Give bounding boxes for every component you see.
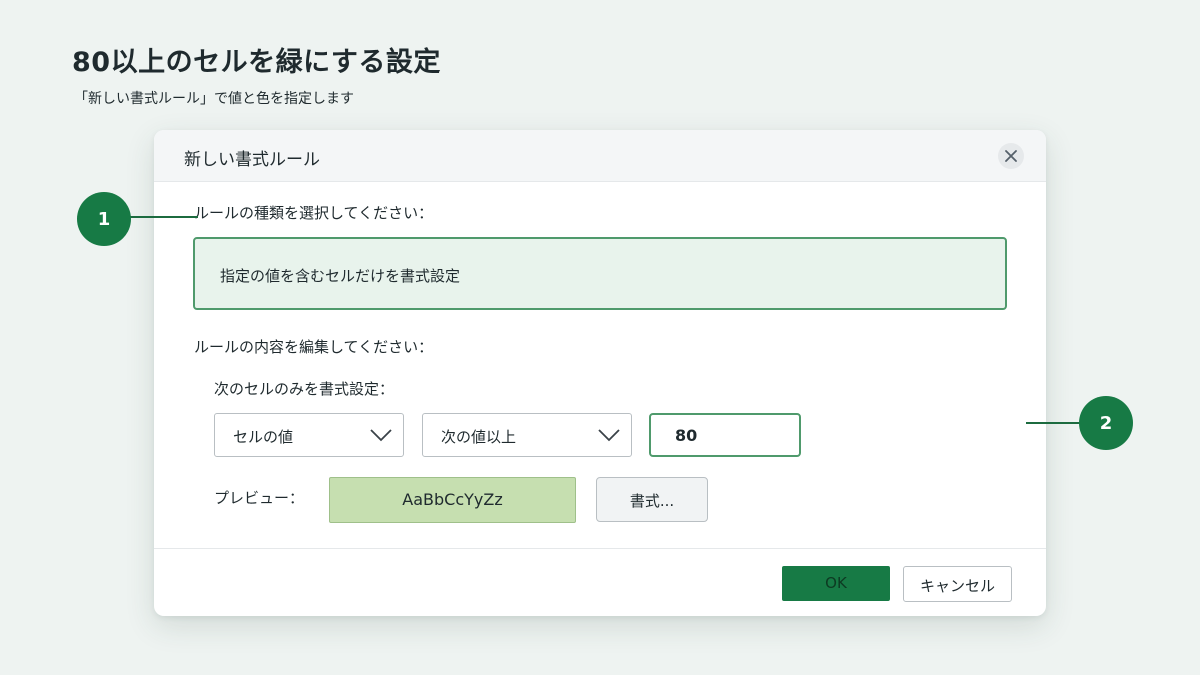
condition-operator-select[interactable]: 次の値以上 <box>422 413 632 457</box>
preview-label: プレビュー： <box>214 489 305 507</box>
rule-type-option-label: 指定の値を含むセルだけを書式設定 <box>220 267 461 285</box>
cancel-button-label: キャンセル <box>919 577 995 595</box>
rule-type-option-selected[interactable]: 指定の値を含むセルだけを書式設定 <box>193 237 1007 310</box>
format-only-label: 次のセルのみを書式設定： <box>214 380 395 398</box>
cancel-button[interactable]: キャンセル <box>903 566 1012 602</box>
new-format-rule-dialog: 新しい書式ルール ルールの種類を選択してください： 指定の値を含むセルだけを書式… <box>154 130 1046 616</box>
close-icon <box>1005 150 1017 162</box>
callout-marker-2: 2 <box>1079 396 1133 450</box>
close-button[interactable] <box>998 143 1024 169</box>
callout-line-1 <box>128 216 198 218</box>
ok-button[interactable]: OK <box>782 566 890 601</box>
format-button-label: 書式... <box>629 492 675 510</box>
chevron-down-icon <box>598 429 620 442</box>
rule-content-label: ルールの内容を編集してください： <box>194 338 434 356</box>
page-title: 80以上のセルを緑にする設定 <box>72 47 441 78</box>
condition-value-input[interactable]: 80 <box>649 413 801 457</box>
dialog-header: 新しい書式ルール <box>154 130 1046 182</box>
chevron-down-icon <box>370 429 392 442</box>
condition-target-select[interactable]: セルの値 <box>214 413 404 457</box>
callout-line-2 <box>1026 422 1084 424</box>
condition-target-value: セルの値 <box>233 428 294 446</box>
format-button[interactable]: 書式... <box>596 477 708 522</box>
ok-button-label: OK <box>825 574 847 592</box>
callout-marker-1: 1 <box>77 192 131 246</box>
page-subtitle: 「新しい書式ルール」で値と色を指定します <box>74 91 354 107</box>
condition-value-text: 80 <box>675 426 698 445</box>
footer-divider <box>154 548 1046 549</box>
rule-type-label: ルールの種類を選択してください： <box>194 204 434 222</box>
dialog-title: 新しい書式ルール <box>184 150 320 170</box>
condition-operator-value: 次の値以上 <box>441 428 517 446</box>
format-preview: AaBbCcYyZz <box>329 477 576 523</box>
preview-text: AaBbCcYyZz <box>402 490 503 509</box>
